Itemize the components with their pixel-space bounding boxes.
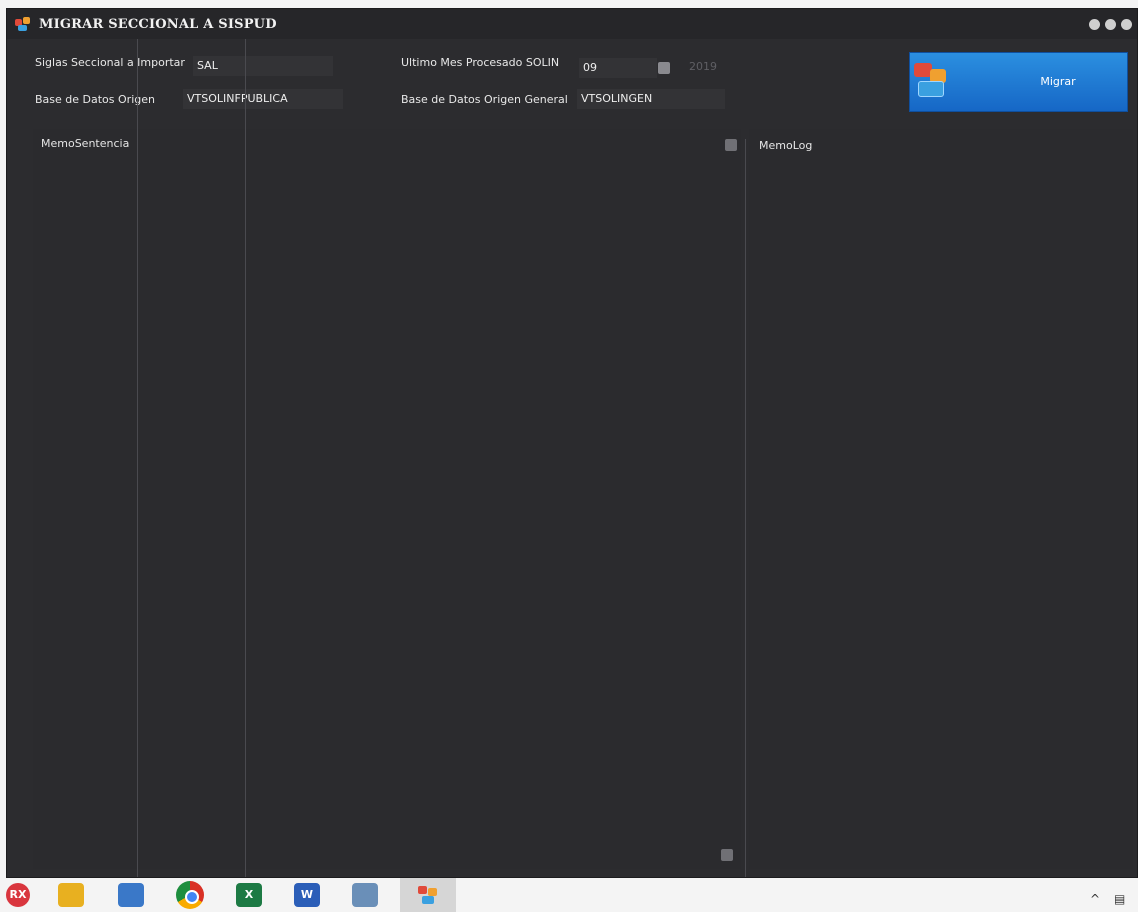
divider (137, 39, 138, 877)
app-icon (15, 17, 31, 31)
migrar-button[interactable]: Migrar (909, 52, 1128, 112)
taskbar-rx-icon[interactable]: RX (6, 883, 30, 907)
taskbar-paint-icon[interactable] (352, 883, 378, 907)
memo-log[interactable]: MemoLog (749, 129, 1133, 869)
migrar-window: MIGRAR SECCIONAL A SISPUD Siglas Seccion… (6, 8, 1138, 878)
ultimo-mes-input[interactable]: 09 (579, 58, 657, 78)
divider (745, 139, 746, 877)
window-title: MIGRAR SECCIONAL A SISPUD (39, 17, 277, 32)
basedatos-general-label: Base de Datos Origen General (401, 93, 568, 106)
basedatos-input[interactable]: VTSOLINFPUBLICA (183, 89, 343, 109)
basedatos-general-input[interactable]: VTSOLINGEN (577, 89, 725, 109)
siglas-label: Siglas Seccional a Importar (35, 56, 185, 69)
taskbar: RX X W ^ ▤ (0, 878, 1138, 912)
ultimo-mes-label: Ultimo Mes Procesado SOLIN (401, 56, 560, 69)
siglas-input[interactable]: SAL (193, 56, 333, 76)
taskbar-chrome-icon[interactable] (176, 881, 204, 909)
taskbar-excel-icon[interactable]: X (236, 883, 262, 907)
taskbar-migrar-app-icon[interactable] (400, 878, 456, 912)
scroll-down-icon[interactable] (721, 849, 733, 861)
chevron-down-icon[interactable] (658, 62, 670, 74)
divider (245, 39, 246, 877)
memo-log-label: MemoLog (759, 139, 813, 152)
minimize-icon[interactable] (1089, 19, 1100, 30)
network-icon[interactable]: ▤ (1114, 892, 1125, 906)
title-bar: MIGRAR SECCIONAL A SISPUD (7, 9, 1137, 39)
taskbar-word-icon[interactable]: W (294, 883, 320, 907)
migrate-icon (912, 63, 952, 99)
memo-sentencia-label: MemoSentencia (41, 137, 130, 150)
chevron-up-icon[interactable]: ^ (1090, 892, 1100, 906)
taskbar-database-icon[interactable] (58, 883, 84, 907)
close-icon[interactable] (1121, 19, 1132, 30)
taskbar-computer-icon[interactable] (118, 883, 144, 907)
ultimo-anio-value: 2019 (689, 60, 717, 73)
scroll-up-icon[interactable] (725, 139, 737, 151)
migrar-button-label: Migrar (1040, 75, 1076, 88)
memo-sentencia[interactable]: MemoSentencia (33, 129, 741, 869)
maximize-icon[interactable] (1105, 19, 1116, 30)
